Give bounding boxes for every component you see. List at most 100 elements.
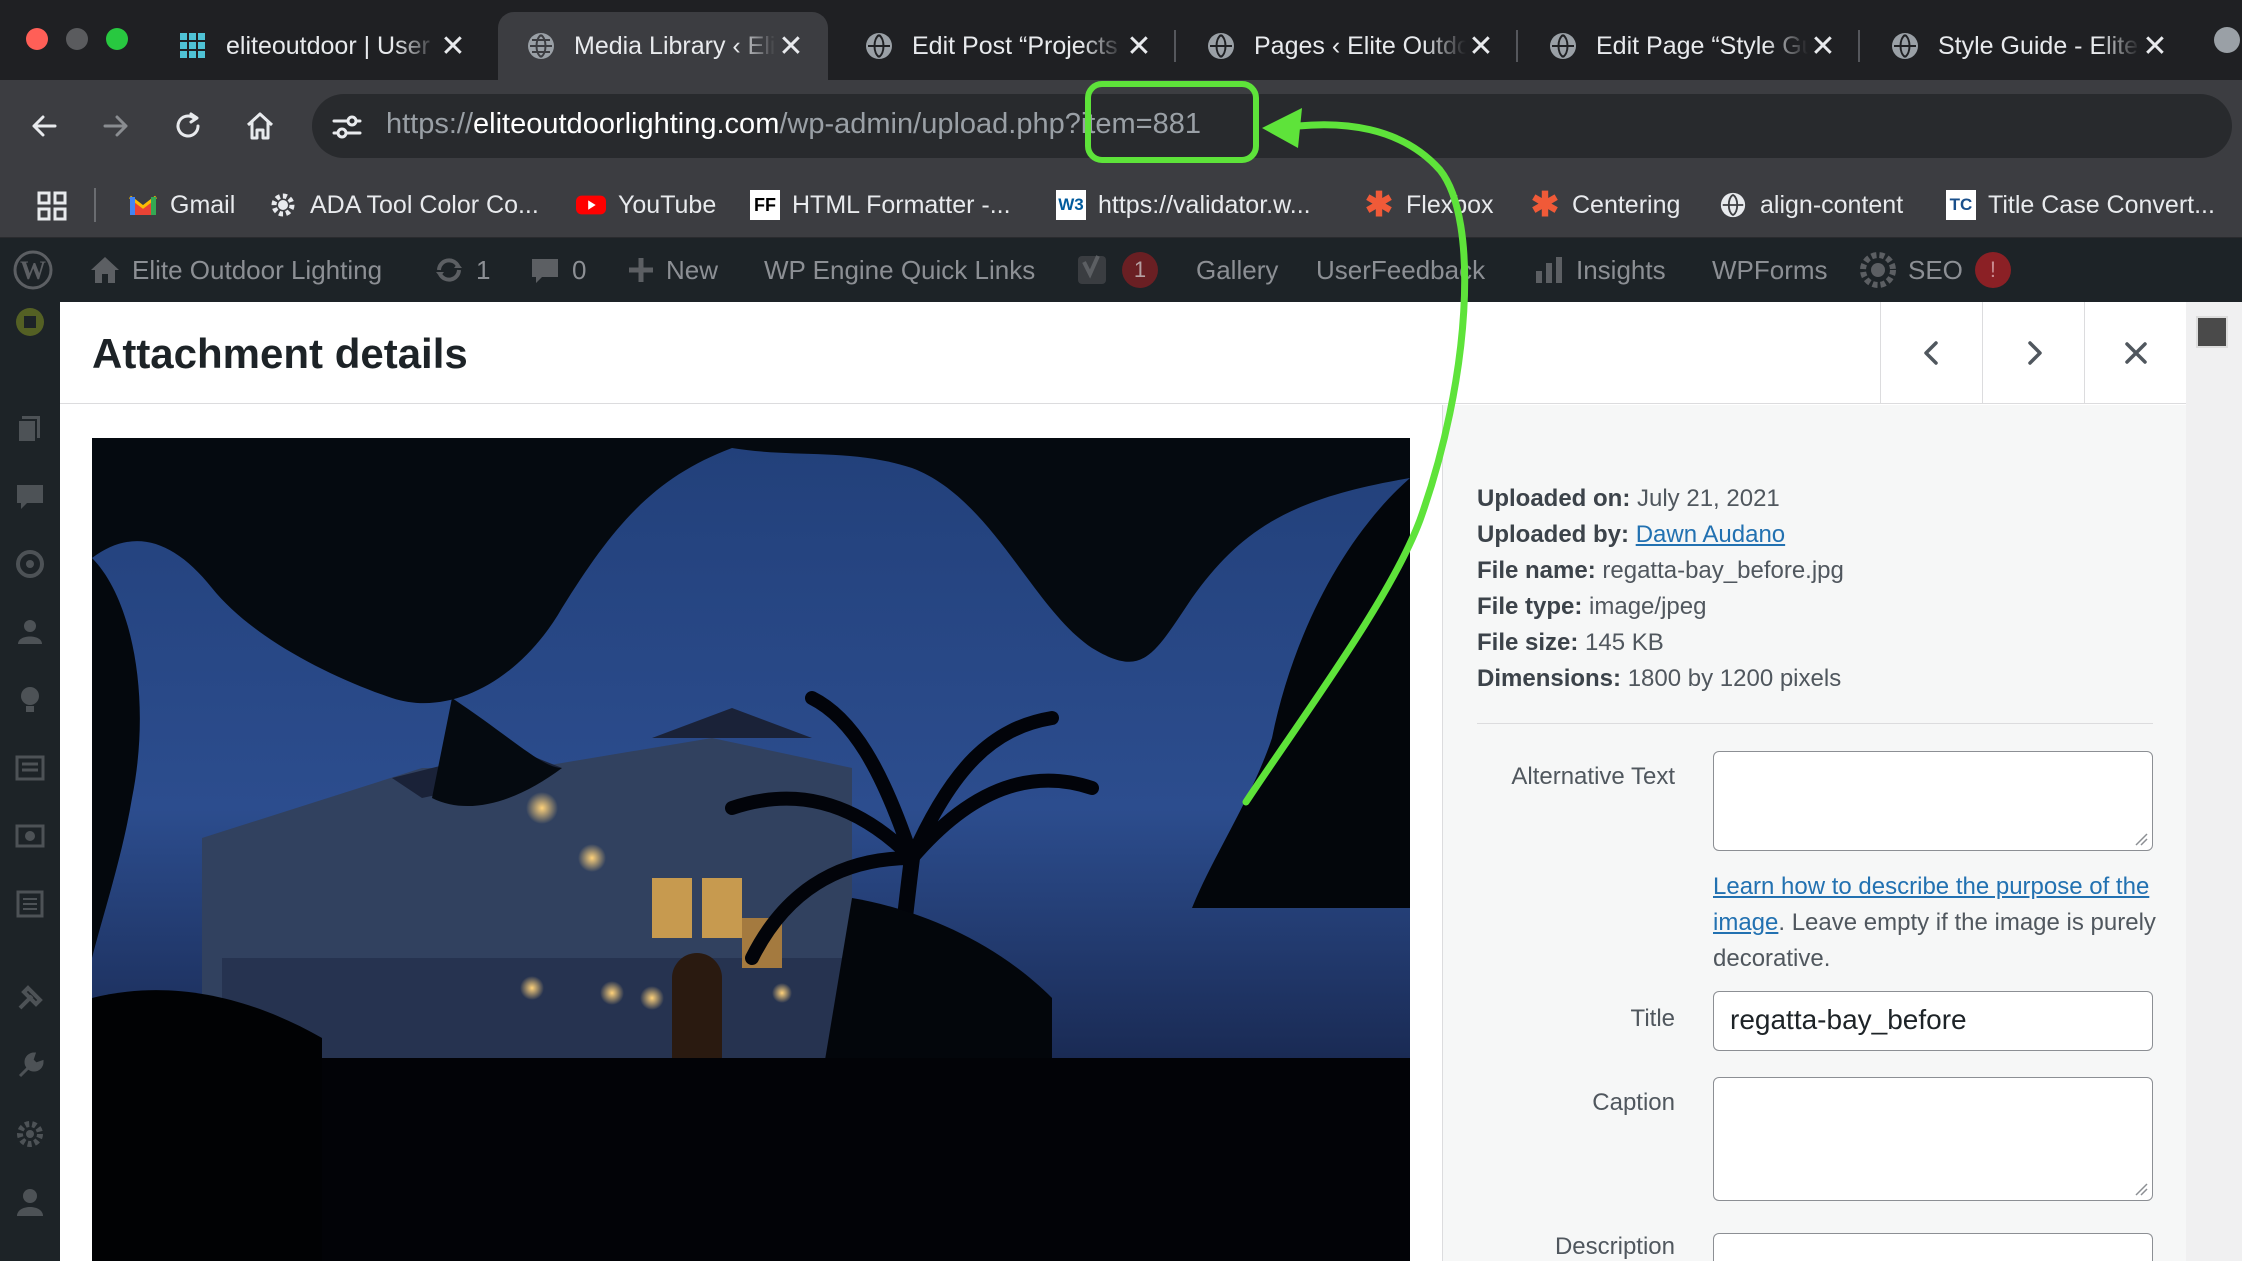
- home-button[interactable]: [236, 102, 284, 150]
- plugin-badge-icon[interactable]: [14, 306, 46, 338]
- wordpress-logo-icon: W: [13, 250, 53, 290]
- bookmark-ada-tool[interactable]: ADA Tool Color Co...: [268, 186, 539, 224]
- tab-title: Media Library ‹ Elite: [574, 31, 776, 60]
- close-modal-button[interactable]: [2084, 302, 2186, 404]
- quick-links-label: WP Engine Quick Links: [764, 254, 1036, 285]
- close-icon[interactable]: ✕: [2140, 29, 2170, 64]
- tab-style-guide[interactable]: Style Guide - Elite ✕: [1862, 12, 2192, 80]
- users-group-icon[interactable]: [14, 616, 46, 648]
- url-text: https://eliteoutdoorlighting.com/wp-admi…: [386, 108, 1201, 141]
- attachment-details-modal: Attachment details Uploaded on: July 21,…: [60, 302, 2186, 1261]
- page-background-strip: [2186, 302, 2242, 1261]
- appearance-icon[interactable]: [14, 548, 46, 580]
- wp-admin-sidebar: [0, 302, 60, 1261]
- tab-separator: [1516, 30, 1518, 62]
- close-icon[interactable]: ✕: [1808, 29, 1838, 64]
- tab-media-library[interactable]: Media Library ‹ Elite ✕: [498, 12, 828, 80]
- back-button[interactable]: [20, 102, 68, 150]
- comments-link[interactable]: 0: [528, 238, 586, 302]
- resize-grip-icon[interactable]: [2134, 1182, 2148, 1196]
- list-icon[interactable]: [14, 888, 46, 920]
- address-bar[interactable]: https://eliteoutdoorlighting.com/wp-admi…: [312, 94, 2232, 158]
- yoast-icon: [1078, 255, 1106, 284]
- insights-link[interactable]: Insights: [1532, 238, 1666, 302]
- alt-text-help: Learn how to describe the purpose of the…: [1713, 869, 2163, 977]
- tab-eliteoutdoor-user[interactable]: eliteoutdoor | User ✕: [150, 12, 490, 80]
- pages-icon[interactable]: [14, 412, 46, 444]
- bookmarks-bar: Gmail ADA Tool Color Co... YouTube FF HT…: [0, 172, 2242, 238]
- bookmark-html-formatter[interactable]: FF HTML Formatter -...: [750, 186, 1011, 224]
- file-name-value: regatta-bay_before.jpg: [1602, 557, 1844, 584]
- alt-text-textarea[interactable]: [1713, 751, 2153, 851]
- tab-edit-post[interactable]: Edit Post “Projects ✕: [836, 12, 1176, 80]
- wp-admin-bar: W Elite Outdoor Lighting 1 0 New WP Engi…: [0, 238, 2242, 302]
- forward-button[interactable]: [92, 102, 140, 150]
- user-icon[interactable]: [14, 1186, 46, 1218]
- forms-icon[interactable]: [14, 752, 46, 784]
- globe-icon: [1718, 190, 1748, 220]
- userfeedback-link[interactable]: UserFeedback: [1316, 238, 1485, 302]
- title-input[interactable]: regatta-bay_before: [1713, 991, 2153, 1051]
- settings-gear-icon[interactable]: [14, 1118, 46, 1150]
- seo-link[interactable]: SEO !: [1858, 238, 2011, 302]
- close-icon[interactable]: ✕: [776, 29, 806, 64]
- close-icon[interactable]: ✕: [1466, 29, 1496, 64]
- bookmark-align-content[interactable]: align-content: [1718, 186, 1903, 224]
- minimize-window-button[interactable]: [66, 28, 88, 50]
- arrow-left-icon: [32, 115, 57, 137]
- youtube-icon: [576, 190, 606, 220]
- new-content-link[interactable]: New: [626, 238, 718, 302]
- chevron-right-icon: [2027, 341, 2042, 365]
- browser-tab-strip: eliteoutdoor | User ✕ Media Library ‹ El…: [0, 0, 2242, 80]
- updates-icon: [436, 258, 462, 282]
- close-window-button[interactable]: [26, 28, 48, 50]
- site-name-link[interactable]: Elite Outdoor Lighting: [88, 238, 382, 302]
- home-icon: [246, 112, 274, 140]
- avatar[interactable]: [2196, 316, 2228, 348]
- hammer-icon[interactable]: [14, 982, 46, 1014]
- caption-textarea[interactable]: [1713, 1077, 2153, 1201]
- lightbulb-icon[interactable]: [14, 684, 46, 716]
- seo-label: SEO: [1908, 254, 1963, 285]
- yoast-menu[interactable]: 1: [1076, 238, 1158, 302]
- updates-link[interactable]: 1: [432, 238, 490, 302]
- globe-icon[interactable]: [2212, 25, 2242, 55]
- file-size-value: 145 KB: [1585, 629, 1664, 656]
- globe-icon: [1208, 33, 1234, 59]
- bookmark-centering[interactable]: ✱ Centering: [1530, 186, 1681, 224]
- close-icon[interactable]: ✕: [1124, 29, 1154, 64]
- gallery-link[interactable]: Gallery: [1196, 238, 1278, 302]
- bookmark-title-case[interactable]: TC Title Case Convert...: [1946, 186, 2215, 224]
- tools-icon[interactable]: [14, 1050, 46, 1082]
- uploader-link[interactable]: Dawn Audano: [1636, 521, 1785, 548]
- gallery-icon[interactable]: [14, 820, 46, 852]
- close-icon[interactable]: ✕: [438, 29, 468, 64]
- bookmark-flexbox[interactable]: ✱ Flexbox: [1364, 186, 1494, 224]
- bookmark-gmail[interactable]: Gmail: [128, 186, 235, 224]
- svg-text:W: W: [20, 256, 46, 285]
- tab-title: Style Guide - Elite: [1938, 31, 2139, 60]
- file-name-row: File name: regatta-bay_before.jpg: [1477, 553, 1844, 589]
- maximize-window-button[interactable]: [106, 28, 128, 50]
- site-settings-icon[interactable]: [330, 110, 364, 144]
- reload-button[interactable]: [164, 102, 212, 150]
- bookmark-validator[interactable]: W3 https://validator.w...: [1056, 186, 1311, 224]
- bookmark-separator: [94, 188, 96, 222]
- title-value: regatta-bay_before: [1730, 1004, 1967, 1035]
- resize-grip-icon[interactable]: [2134, 832, 2148, 846]
- globe-icon: [528, 33, 554, 59]
- next-attachment-button[interactable]: [1982, 302, 2084, 404]
- tab-pages[interactable]: Pages ‹ Elite Outdoor ✕: [1178, 12, 1518, 80]
- bookmark-youtube[interactable]: YouTube: [576, 186, 716, 224]
- wp-engine-quick-links[interactable]: WP Engine Quick Links: [764, 238, 1035, 302]
- wpforms-link[interactable]: WPForms: [1712, 238, 1828, 302]
- comments-icon[interactable]: [14, 480, 46, 512]
- tab-separator: [1174, 30, 1176, 62]
- apps-grid-icon[interactable]: [36, 190, 68, 222]
- description-textarea[interactable]: [1713, 1233, 2153, 1261]
- wordpress-logo-button[interactable]: W: [12, 238, 64, 302]
- previous-attachment-button[interactable]: [1880, 302, 1982, 404]
- grid-app-icon: [180, 33, 205, 58]
- tab-edit-page[interactable]: Edit Page “Style Guide ✕: [1520, 12, 1860, 80]
- tab-title: Pages ‹ Elite Outdoor: [1254, 31, 1466, 60]
